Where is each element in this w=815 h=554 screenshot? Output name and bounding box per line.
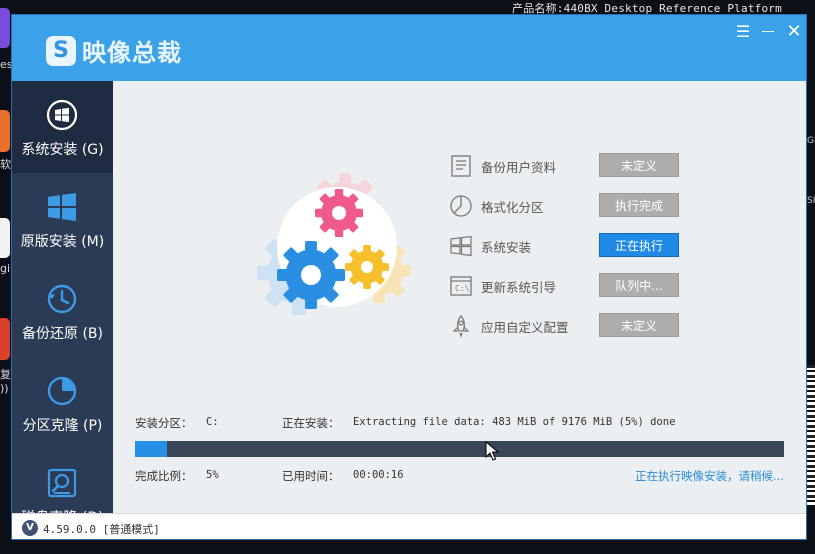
sidebar-item-label: 原版安装 (M) — [20, 234, 105, 250]
version-text: 4.59.0.0 [普通模式] — [43, 523, 160, 536]
document-list-icon — [451, 155, 471, 177]
step-label: 系统安装 — [481, 240, 532, 255]
desktop-label: gi — [0, 262, 11, 275]
gears-illustration — [257, 173, 411, 315]
elapsed-label: 已用时间： — [282, 469, 340, 483]
installing-label: 正在安装： — [282, 416, 340, 430]
step-status: 正在执行 — [599, 233, 679, 257]
terminal-icon: C:\ — [450, 276, 472, 296]
sidebar-item-original-install[interactable]: 原版安装 (M) — [12, 173, 113, 265]
mouse-cursor-icon — [485, 441, 499, 461]
windows-logo-icon — [46, 99, 78, 131]
partition-label: 安装分区： — [135, 416, 193, 430]
disk-icon — [47, 468, 77, 498]
windows-install-icon — [450, 235, 472, 257]
sidebar: 系统安装 (G) 原版安装 (M) 备份还原 (B) 分区克隆 (P) — [12, 81, 113, 526]
installing-value: Extracting file data: 483 MiB of 9176 Mi… — [353, 416, 676, 428]
version-badge-icon: V — [22, 520, 38, 536]
step-status: 未定义 — [599, 153, 679, 177]
ratio-value: 5% — [206, 469, 219, 481]
logo-s-icon: S — [46, 35, 76, 66]
close-button[interactable]: ✕ — [783, 22, 805, 42]
desktop-right-label: SI — [807, 196, 815, 206]
step-label: 格式化分区 — [481, 200, 544, 215]
status-bar: V 4.59.0.0 [普通模式] — [12, 513, 806, 539]
step-status: 未定义 — [599, 313, 679, 337]
app-title: 映像总裁 — [82, 39, 182, 67]
ratio-label: 完成比例： — [135, 469, 193, 483]
app-logo: S 映像总裁 — [46, 33, 182, 68]
desktop-label: 复 — [0, 368, 11, 381]
sidebar-item-partition-clone[interactable]: 分区克隆 (P) — [12, 357, 113, 449]
main-panel: 备份用户资料 未定义 格式化分区 执行完成 系统安装 正在执行 C:\ 更新系统… — [113, 81, 806, 513]
pie-format-icon — [450, 195, 472, 217]
sidebar-item-label: 分区克隆 (P) — [22, 418, 103, 434]
desktop-label: 软 — [0, 158, 11, 171]
desktop-qr-code — [806, 365, 815, 505]
desktop-app-icon[interactable] — [0, 318, 10, 360]
desktop-app-icon[interactable] — [0, 8, 10, 48]
sidebar-item-system-install[interactable]: 系统安装 (G) — [12, 81, 113, 173]
desktop-label: )) — [0, 382, 9, 395]
menu-button[interactable]: ☰ — [732, 22, 754, 42]
step-status: 队列中... — [599, 273, 679, 297]
install-progress-bar — [135, 441, 784, 457]
title-bar[interactable]: S 映像总裁 ☰ — ✕ — [12, 15, 806, 81]
clock-restore-icon — [47, 284, 77, 314]
partition-value: C: — [206, 416, 219, 428]
step-status: 执行完成 — [599, 193, 679, 217]
pie-chart-icon — [47, 376, 77, 406]
rocket-icon — [452, 315, 470, 338]
svg-text:C:\: C:\ — [455, 284, 470, 293]
app-window: S 映像总裁 ☰ — ✕ 系统安装 (G) 原版安装 (M) 备份还原 (B) … — [11, 14, 807, 540]
desktop-app-icon[interactable] — [0, 218, 10, 258]
desktop-right-label: GI — [807, 136, 815, 146]
elapsed-value: 00:00:16 — [353, 469, 404, 481]
install-status-link[interactable]: 正在执行映像安装，请稍候... — [635, 468, 784, 484]
sidebar-item-backup-restore[interactable]: 备份还原 (B) — [12, 265, 113, 357]
desktop-app-icon[interactable] — [0, 110, 10, 152]
step-label: 更新系统引导 — [481, 280, 557, 295]
minimize-button[interactable]: — — [757, 22, 779, 42]
sidebar-item-label: 备份还原 (B) — [22, 326, 103, 342]
step-label: 备份用户资料 — [481, 160, 557, 175]
sidebar-item-label: 系统安装 (G) — [21, 142, 104, 158]
windows-tiles-icon — [48, 193, 76, 221]
step-label: 应用自定义配置 — [481, 320, 569, 335]
install-progress-fill — [135, 441, 168, 457]
